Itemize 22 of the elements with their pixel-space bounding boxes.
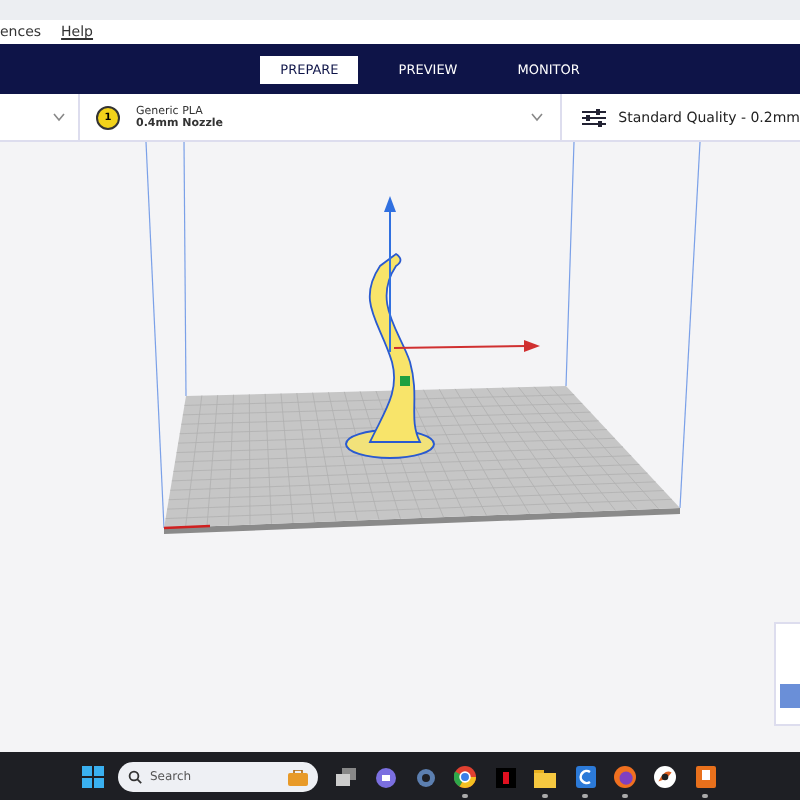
chevron-down-icon[interactable] xyxy=(52,112,66,122)
up-arrow[interactable] xyxy=(384,196,396,353)
slicer-icon[interactable] xyxy=(575,766,595,788)
chat-icon[interactable] xyxy=(375,767,395,787)
windows-stack-icon[interactable] xyxy=(335,768,355,786)
search-icon xyxy=(128,770,142,784)
panel-bar xyxy=(780,684,800,708)
settings-icon[interactable] xyxy=(415,767,435,787)
firefox-icon[interactable] xyxy=(614,766,636,788)
x-axis-line xyxy=(163,524,211,530)
browser-icon[interactable] xyxy=(454,766,476,788)
app-icon[interactable] xyxy=(695,766,715,788)
tile-icon[interactable] xyxy=(495,767,515,787)
windows-icon[interactable] xyxy=(82,766,104,788)
handle[interactable] xyxy=(400,376,410,386)
briefcase-icon xyxy=(288,769,308,785)
sliders-icon xyxy=(582,107,607,127)
model-drawing[interactable] xyxy=(345,253,435,459)
right-arrow[interactable] xyxy=(393,340,540,352)
app-icon[interactable] xyxy=(654,766,676,788)
chevron-down-icon[interactable] xyxy=(530,112,545,122)
folder-icon[interactable] xyxy=(534,767,556,787)
